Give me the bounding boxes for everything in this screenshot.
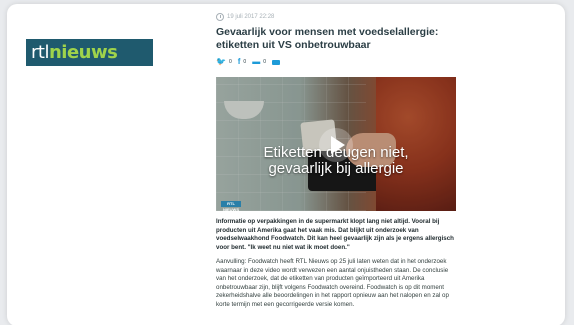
article-date: 19 juli 2017 22:28	[216, 12, 461, 22]
mail-icon[interactable]	[271, 59, 280, 65]
rtl-nieuws-logo[interactable]: rtl nieuws	[26, 39, 153, 66]
play-icon	[331, 136, 345, 154]
comment-count: 0	[263, 59, 266, 65]
article: 19 juli 2017 22:28 Gevaarlijk voor mense…	[216, 12, 461, 308]
logo-nieuws-text: nieuws	[48, 41, 118, 63]
facebook-icon[interactable]: f	[238, 58, 241, 66]
video-caption-line-2: gevaarlijk bij allergie	[268, 160, 404, 177]
headline-line-1: Gevaarlijk voor mensen met voedselallerg…	[216, 26, 439, 38]
twitter-icon[interactable]: 🐦	[216, 58, 226, 66]
video-player[interactable]: Etiketten deugen niet, gevaarlijk bij al…	[216, 77, 456, 211]
article-headline: Gevaarlijk voor mensen met voedselallerg…	[216, 26, 461, 52]
article-body: Aanvulling: Foodwatch heeft RTL Nieuws o…	[216, 258, 449, 308]
twitter-count: 0	[228, 59, 232, 65]
video-badge: RTL NIEUWS	[221, 201, 241, 211]
article-intro: Informatie op verpakkingen in de superma…	[216, 218, 454, 251]
headline-line-2: etiketten uit VS onbetrouwbaar	[216, 39, 371, 51]
clock-icon	[216, 13, 224, 21]
play-button[interactable]	[319, 128, 353, 162]
article-date-text: 19 juli 2017 22:28	[227, 14, 275, 20]
logo-rtl-text: rtl	[31, 41, 49, 63]
facebook-count: 0	[243, 59, 247, 65]
share-bar: 🐦 0 f 0 ▬ 0	[216, 58, 461, 66]
comment-icon[interactable]: ▬	[252, 58, 260, 66]
